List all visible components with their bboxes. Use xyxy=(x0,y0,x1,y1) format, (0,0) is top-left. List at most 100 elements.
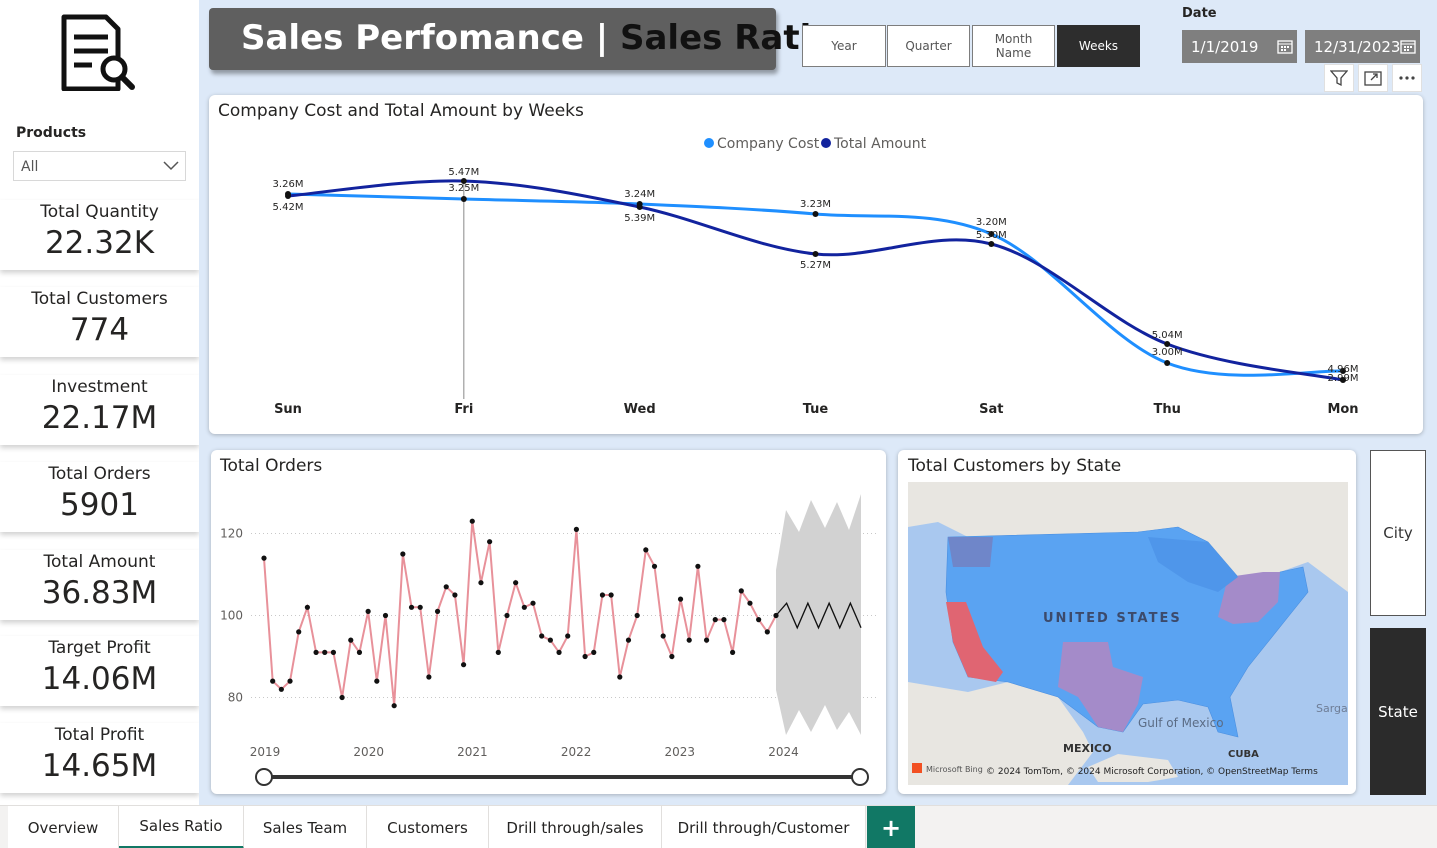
date-end-input[interactable]: 12/31/2023 xyxy=(1305,30,1420,63)
data-point[interactable] xyxy=(651,563,658,569)
tab-sales-team[interactable]: Sales Team xyxy=(244,806,367,848)
series-line-total-amount[interactable] xyxy=(287,179,1344,382)
data-point[interactable] xyxy=(556,649,562,655)
data-point[interactable] xyxy=(304,604,310,610)
orders-series-line[interactable] xyxy=(263,521,777,706)
focus-mode-icon[interactable] xyxy=(1358,64,1388,92)
add-page-button[interactable]: + xyxy=(867,806,915,848)
data-point[interactable] xyxy=(261,555,267,561)
data-point[interactable] xyxy=(339,694,345,701)
data-point[interactable] xyxy=(382,612,389,619)
products-dropdown[interactable]: All xyxy=(13,151,186,181)
data-point[interactable] xyxy=(677,596,684,602)
us-state-map[interactable]: UNITED STATES MEXICO Gulf of Mexico CUBA… xyxy=(908,482,1348,785)
data-point[interactable] xyxy=(495,649,501,655)
data-point[interactable] xyxy=(547,637,553,643)
data-point[interactable] xyxy=(356,649,363,655)
weeks-line-chart-card[interactable]: Company Cost and Total Amount by Weeks C… xyxy=(209,95,1423,434)
range-slider-end-handle[interactable] xyxy=(851,768,869,786)
data-point[interactable] xyxy=(504,612,510,619)
data-point[interactable] xyxy=(330,649,337,655)
tab-overview[interactable]: Overview xyxy=(8,806,119,848)
data-point[interactable] xyxy=(1164,341,1171,347)
data-point[interactable] xyxy=(460,662,467,668)
data-point[interactable] xyxy=(625,637,632,643)
data-point[interactable] xyxy=(988,241,995,247)
data-point[interactable] xyxy=(400,551,406,557)
data-point[interactable] xyxy=(296,629,302,635)
period-year-button[interactable]: Year xyxy=(802,25,886,67)
data-point[interactable] xyxy=(643,547,649,553)
data-point[interactable] xyxy=(539,633,545,639)
tab-customers[interactable]: Customers xyxy=(367,806,489,848)
data-point[interactable] xyxy=(703,637,710,643)
data-point[interactable] xyxy=(487,539,493,545)
data-point[interactable] xyxy=(530,600,536,606)
data-point[interactable] xyxy=(278,686,284,692)
data-point[interactable] xyxy=(721,617,727,623)
date-start-input[interactable]: 1/1/2019 xyxy=(1182,30,1297,63)
data-point[interactable] xyxy=(660,633,666,639)
data-point[interactable] xyxy=(417,604,423,610)
data-point[interactable] xyxy=(812,251,819,257)
data-point[interactable] xyxy=(469,518,475,524)
data-point[interactable] xyxy=(617,674,623,680)
data-point[interactable] xyxy=(374,678,380,684)
data-point[interactable] xyxy=(582,653,588,660)
city-button[interactable]: City xyxy=(1370,450,1426,616)
calendar-icon[interactable] xyxy=(1400,39,1416,54)
data-point[interactable] xyxy=(1340,377,1346,383)
filter-icon[interactable] xyxy=(1324,64,1354,92)
data-point[interactable] xyxy=(313,649,319,655)
data-point[interactable] xyxy=(669,653,675,660)
data-point[interactable] xyxy=(599,592,606,598)
tab-drill-through-customer[interactable]: Drill through/Customer xyxy=(662,806,866,848)
data-point[interactable] xyxy=(365,608,371,614)
data-point[interactable] xyxy=(426,674,432,680)
data-point[interactable] xyxy=(686,637,692,643)
calendar-icon[interactable] xyxy=(1277,39,1293,54)
tab-drill-through-sales[interactable]: Drill through/sales xyxy=(489,806,662,848)
data-point[interactable] xyxy=(322,649,328,655)
period-quarter-button[interactable]: Quarter xyxy=(887,25,970,67)
period-weeks-button[interactable]: Weeks xyxy=(1057,25,1140,67)
data-point[interactable] xyxy=(513,580,519,586)
data-point[interactable] xyxy=(460,196,467,202)
data-point[interactable] xyxy=(443,584,449,590)
data-point[interactable] xyxy=(452,592,458,598)
series-line-company-cost[interactable] xyxy=(287,192,1344,377)
data-point[interactable] xyxy=(478,580,484,586)
data-point[interactable] xyxy=(270,678,276,684)
data-point[interactable] xyxy=(608,592,614,598)
data-point[interactable] xyxy=(756,617,762,623)
data-point[interactable] xyxy=(434,608,441,614)
chart-legend[interactable]: Company Cost Total Amount xyxy=(704,136,927,152)
total-orders-chart-card[interactable]: Total Orders 80 100 120 2019 2020 2021 2022 202… xyxy=(211,450,886,794)
data-point[interactable] xyxy=(712,617,718,623)
data-point[interactable] xyxy=(287,678,293,684)
data-point[interactable] xyxy=(285,193,291,199)
data-point[interactable] xyxy=(521,604,527,610)
data-point[interactable] xyxy=(812,211,819,217)
data-point[interactable] xyxy=(408,604,415,610)
more-options-icon[interactable] xyxy=(1392,64,1422,92)
data-point[interactable] xyxy=(573,526,580,532)
data-point[interactable] xyxy=(348,637,354,643)
data-point[interactable] xyxy=(738,588,744,594)
map-state-washington[interactable] xyxy=(948,537,993,567)
data-point[interactable] xyxy=(695,563,701,569)
data-point[interactable] xyxy=(391,703,397,709)
data-point[interactable] xyxy=(730,649,736,655)
customers-by-state-map-card[interactable]: Total Customers by State UNITED STATES M… xyxy=(898,450,1356,794)
data-point[interactable] xyxy=(591,649,597,655)
data-point[interactable] xyxy=(634,612,640,619)
map-attribution[interactable]: © 2024 TomTom, © 2024 Microsoft Corporat… xyxy=(986,767,1318,777)
period-month-name-button[interactable]: Month Name xyxy=(972,25,1055,67)
data-point[interactable] xyxy=(565,633,571,639)
tab-sales-ratio[interactable]: Sales Ratio xyxy=(119,806,244,848)
state-button[interactable]: State xyxy=(1370,628,1426,795)
range-slider-start-handle[interactable] xyxy=(255,768,273,786)
data-point[interactable] xyxy=(636,204,643,210)
data-point[interactable] xyxy=(747,600,753,606)
data-point[interactable] xyxy=(764,629,770,635)
